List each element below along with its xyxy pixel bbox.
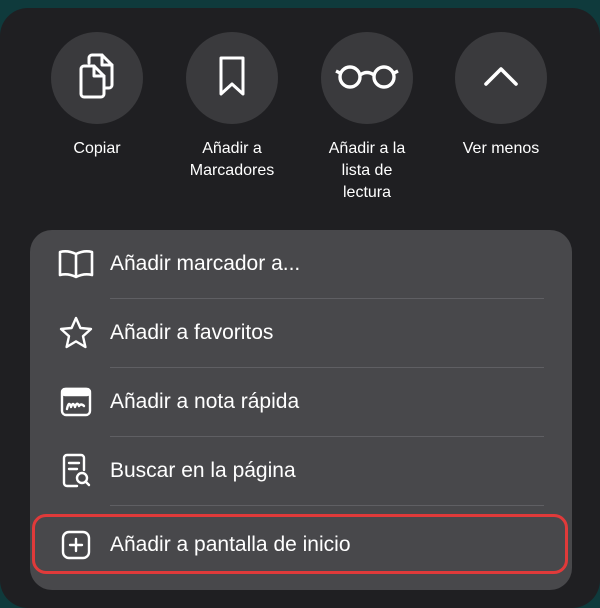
see-less-action-circle[interactable] bbox=[455, 32, 547, 124]
share-sheet: Copiar Añadir a Marcadores Añadir a la l… bbox=[0, 8, 600, 608]
menu-item-label: Añadir a pantalla de inicio bbox=[110, 533, 351, 556]
copy-action-circle[interactable] bbox=[51, 32, 143, 124]
star-icon bbox=[56, 313, 96, 353]
quick-note-icon bbox=[56, 382, 96, 422]
see-less-label: Ver menos bbox=[462, 140, 540, 157]
menu-item-find-in-page[interactable]: Buscar en la página bbox=[30, 437, 572, 505]
menu-item-label: Añadir a favoritos bbox=[110, 321, 274, 344]
add-bookmark-action[interactable]: Añadir a Marcadores bbox=[167, 32, 297, 182]
menu-item-label: Añadir a nota rápida bbox=[110, 390, 300, 413]
menu-item-add-bookmark-to[interactable]: Añadir marcador a... bbox=[30, 230, 572, 298]
copy-action[interactable]: Copiar bbox=[32, 32, 162, 160]
menu-divider bbox=[110, 505, 544, 506]
bookmark-icon bbox=[217, 55, 247, 102]
see-less-action[interactable]: Ver menos bbox=[436, 32, 566, 160]
reading-list-action-circle[interactable] bbox=[321, 32, 413, 124]
menu-item-add-quick-note[interactable]: Añadir a nota rápida bbox=[30, 368, 572, 436]
menu-item-add-favorites[interactable]: Añadir a favoritos bbox=[30, 299, 572, 367]
copy-label: Copiar bbox=[73, 140, 121, 157]
menu-item-add-to-home-screen[interactable]: Añadir a pantalla de inicio bbox=[30, 511, 572, 579]
reading-list-action[interactable]: Añadir a la lista de lectura bbox=[302, 32, 432, 204]
add-bookmark-action-circle[interactable] bbox=[186, 32, 278, 124]
menu-item-label: Añadir marcador a... bbox=[110, 252, 301, 275]
quick-actions-row: Copiar Añadir a Marcadores Añadir a la l… bbox=[0, 8, 600, 218]
menu-item-label: Buscar en la página bbox=[110, 459, 296, 482]
reading-list-label: Añadir a la lista de lectura bbox=[328, 140, 406, 201]
add-square-icon bbox=[56, 525, 96, 565]
copy-icon bbox=[77, 53, 117, 104]
book-icon bbox=[56, 244, 96, 284]
glasses-icon bbox=[335, 61, 399, 96]
find-in-page-icon bbox=[56, 451, 96, 491]
actions-menu: Añadir marcador a... Añadir a favoritos … bbox=[30, 230, 572, 590]
add-bookmark-label: Añadir a Marcadores bbox=[189, 140, 275, 179]
chevron-up-icon bbox=[483, 65, 519, 92]
